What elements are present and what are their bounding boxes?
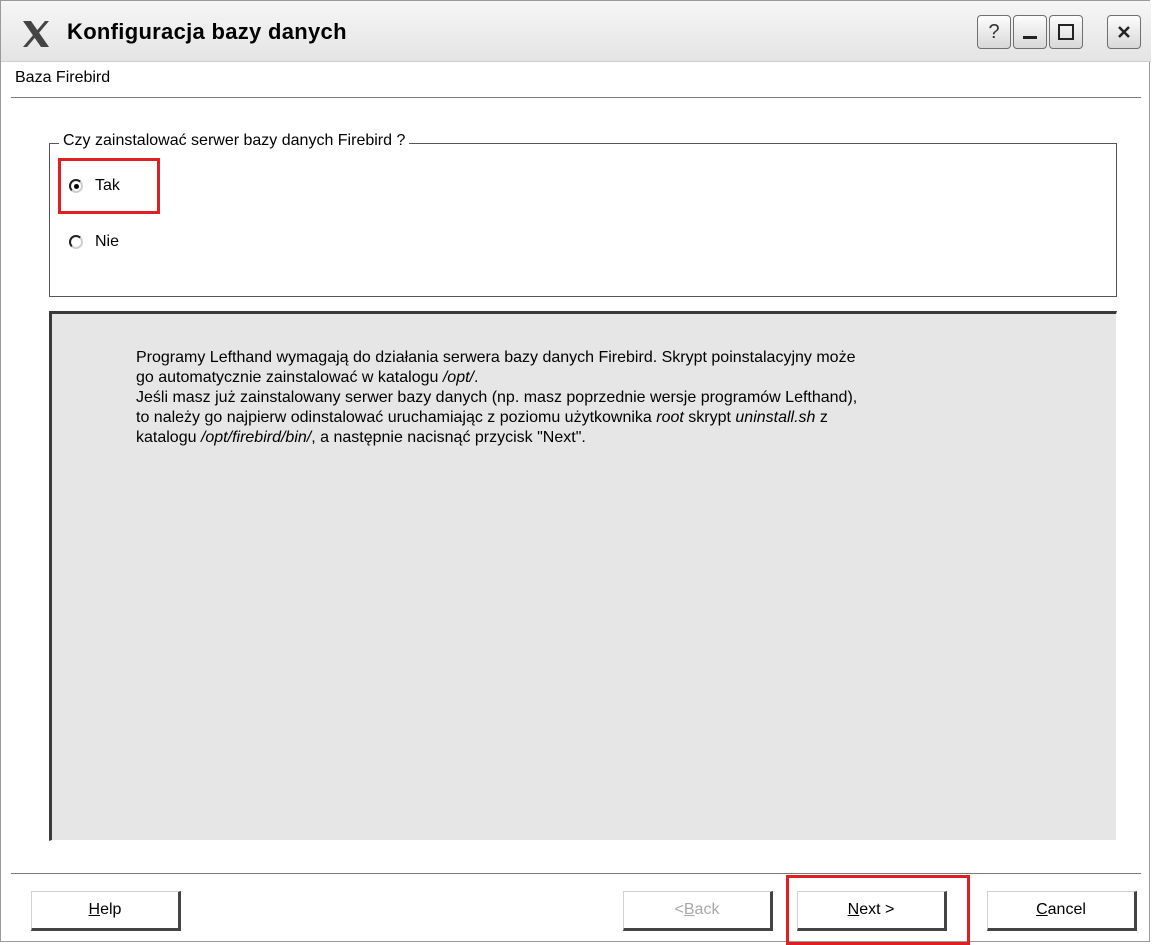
info-text-segment: , a następnie nacisnąć przycisk "Next".: [311, 429, 586, 446]
info-text: Programy Lefthand wymagają do działania …: [136, 348, 1056, 448]
help-title-button[interactable]: ?: [977, 15, 1011, 49]
question-icon: ?: [988, 20, 1000, 43]
back-button[interactable]: < Back: [623, 891, 773, 931]
cancel-button[interactable]: Cancel: [987, 891, 1137, 931]
radio-unchecked-icon[interactable]: [69, 235, 83, 249]
info-text-segment: z: [815, 409, 828, 426]
button-label: <: [674, 901, 684, 918]
info-path: /opt/firebird/bin/: [200, 429, 312, 446]
info-text-segment: skrypt: [683, 409, 736, 426]
info-line: katalogu /opt/firebird/bin/, a następnie…: [136, 428, 1056, 448]
bottom-divider: [11, 873, 1141, 874]
info-line: Jeśli masz już zainstalowany serwer bazy…: [136, 388, 1056, 408]
button-label: ancel: [1047, 901, 1086, 918]
info-script: uninstall.sh: [735, 409, 816, 426]
info-path: /opt/: [442, 369, 474, 386]
close-button[interactable]: [1107, 15, 1141, 49]
groupbox-legend: Czy zainstalować serwer bazy danych Fire…: [59, 132, 410, 150]
button-label: ack: [694, 901, 720, 918]
info-line: Programy Lefthand wymagają do działania …: [136, 348, 1056, 368]
minimize-icon: [1023, 35, 1037, 39]
maximize-icon: [1058, 24, 1074, 40]
button-label: elp: [100, 901, 122, 918]
page-subtitle: Baza Firebird: [15, 69, 111, 86]
mnemonic: H: [88, 901, 101, 918]
info-text-segment: Jeśli masz już zainstalowany serwer bazy…: [136, 389, 858, 406]
annotation-highlight-next: [786, 875, 970, 945]
top-divider: [11, 97, 1141, 98]
install-groupbox: [49, 143, 1117, 297]
x-logo-icon: [23, 21, 49, 47]
dialog-window: Konfiguracja bazy danych ? Baza Firebird…: [0, 0, 1151, 945]
annotation-highlight-tak: [58, 158, 160, 214]
close-icon: [1118, 26, 1130, 38]
mnemonic: C: [1036, 901, 1048, 918]
title-bar[interactable]: Konfiguracja bazy danych ?: [1, 1, 1151, 62]
help-button[interactable]: Help: [31, 891, 181, 931]
info-user: root: [656, 409, 684, 426]
info-text-segment: go automatycznie zainstalować w katalogu: [136, 369, 443, 386]
info-text-segment: katalogu: [136, 429, 201, 446]
info-panel: Programy Lefthand wymagają do działania …: [49, 311, 1117, 841]
info-text-segment: Programy Lefthand wymagają do działania …: [136, 349, 856, 366]
maximize-button[interactable]: [1049, 15, 1083, 49]
info-text-segment: to należy go najpierw odinstalować uruch…: [136, 409, 657, 426]
mnemonic: B: [683, 901, 695, 918]
info-line: to należy go najpierw odinstalować uruch…: [136, 408, 1056, 428]
window-title: Konfiguracja bazy danych: [67, 19, 347, 44]
radio-label-nie: Nie: [95, 233, 120, 250]
minimize-button[interactable]: [1013, 15, 1047, 49]
info-text-segment: .: [473, 369, 479, 386]
info-line: go automatycznie zainstalować w katalogu…: [136, 368, 1056, 388]
radio-option-nie[interactable]: Nie: [69, 233, 119, 251]
